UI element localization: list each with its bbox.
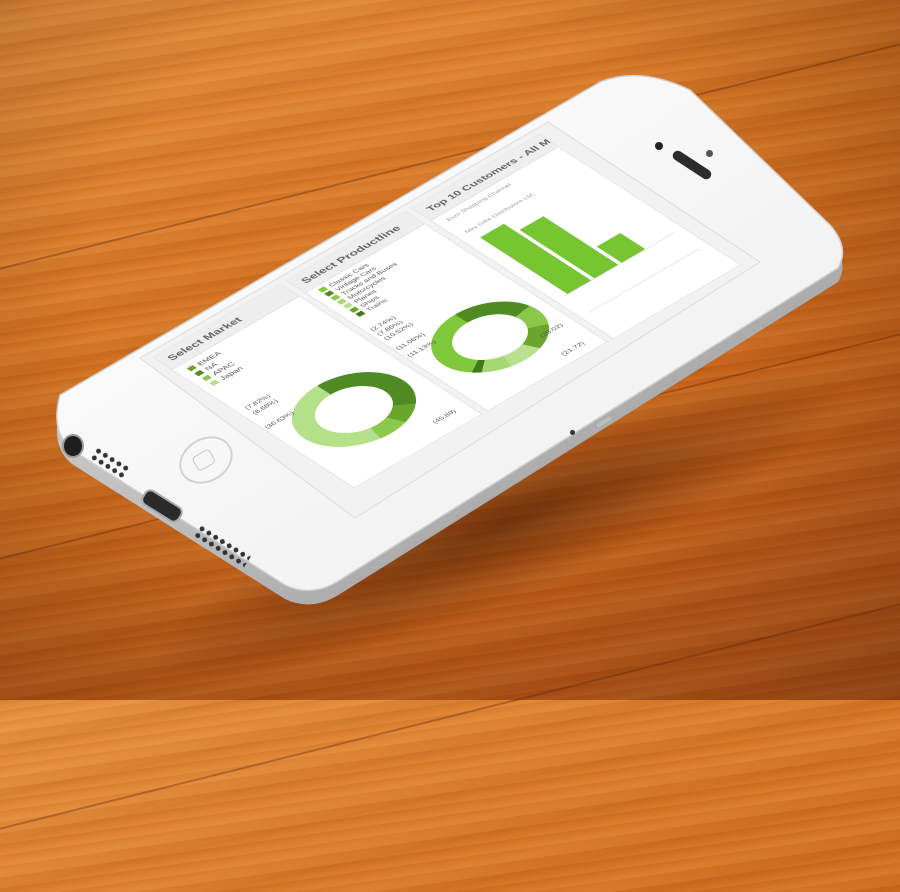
legend-swatch [209,379,220,386]
proximity-sensor [706,150,713,157]
front-camera [655,142,663,150]
market-pct-label: (36.63%) [264,411,296,430]
productline-pct-label: (21.72) [560,341,586,357]
mic-hole [570,430,575,435]
headphone-jack [62,434,84,458]
market-pct-label: (45.89) [432,409,458,425]
home-square-icon [191,448,217,473]
